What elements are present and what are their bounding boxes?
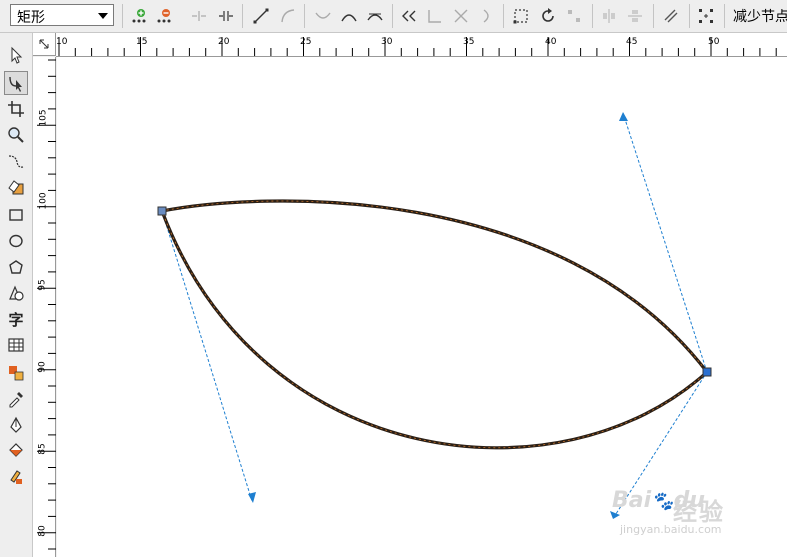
- stretch-nodes-icon[interactable]: [510, 5, 532, 27]
- pick-tool-icon[interactable]: [4, 43, 28, 67]
- reflect-h-icon[interactable]: [598, 5, 620, 27]
- ruler-label: 15: [136, 37, 148, 47]
- outline-pen-tool-icon[interactable]: [4, 413, 28, 437]
- control-handle-point[interactable]: [619, 112, 628, 121]
- curve-node[interactable]: [157, 206, 167, 216]
- shape-type-value: 矩形: [17, 10, 45, 26]
- align-nodes-icon[interactable]: [563, 5, 585, 27]
- separator: [653, 4, 654, 28]
- break-curve-icon[interactable]: [215, 5, 237, 27]
- elastic-mode-icon[interactable]: [660, 5, 682, 27]
- ruler-label: 105: [38, 109, 49, 127]
- canvas-drawing: [157, 112, 712, 519]
- separator: [724, 4, 725, 28]
- select-all-nodes-icon[interactable]: [695, 5, 717, 27]
- ruler-label: 20: [218, 37, 230, 47]
- add-node-icon[interactable]: [128, 5, 150, 27]
- interactive-fill-tool-icon[interactable]: [4, 465, 28, 489]
- ruler-label: 40: [545, 37, 557, 47]
- to-curve-icon[interactable]: [277, 5, 299, 27]
- reverse-direction-icon[interactable]: [398, 5, 420, 27]
- horizontal-ruler[interactable]: 10 15 20 25 30 35 40 45 50: [56, 33, 787, 57]
- separator: [592, 4, 593, 28]
- smooth-node-icon[interactable]: [338, 5, 360, 27]
- ruler-label: 95: [37, 279, 48, 291]
- symmetric-node-icon[interactable]: [364, 5, 386, 27]
- reflect-v-icon[interactable]: [624, 5, 646, 27]
- polygon-tool-icon[interactable]: [4, 255, 28, 279]
- vertical-ruler-ticks: [37, 59, 56, 550]
- ruler-label: 30: [381, 37, 393, 47]
- property-bar: 矩形 减少节点: [0, 0, 787, 33]
- fill-tool-icon[interactable]: [4, 439, 28, 463]
- separator: [122, 4, 123, 28]
- shape-tool-icon[interactable]: [4, 71, 28, 95]
- freehand-tool-icon[interactable]: [4, 149, 28, 173]
- auto-close-icon[interactable]: [476, 5, 498, 27]
- blend-tool-icon[interactable]: [4, 361, 28, 385]
- ellipse-tool-icon[interactable]: [4, 229, 28, 253]
- ruler-label: 90: [37, 361, 48, 373]
- reduce-nodes-button[interactable]: 减少节点: [733, 6, 787, 26]
- to-line-icon[interactable]: [250, 5, 272, 27]
- separator: [304, 4, 305, 28]
- smart-fill-tool-icon[interactable]: [4, 175, 28, 199]
- ruler-origin-icon[interactable]: [33, 33, 56, 56]
- ruler-label: 25: [300, 37, 312, 47]
- extract-subpath-icon[interactable]: [450, 5, 472, 27]
- vertical-ruler[interactable]: 105 100 95 90 85 80: [33, 57, 56, 557]
- separator: [503, 4, 504, 28]
- watermark-brand-left: Bai: [612, 488, 652, 513]
- curve-node[interactable]: [702, 367, 712, 377]
- extend-curve-icon[interactable]: [424, 5, 446, 27]
- ruler-label: 10: [56, 37, 68, 47]
- control-handle-line: [161, 210, 253, 502]
- ruler-label: 85: [37, 443, 48, 455]
- control-handle-line: [622, 112, 708, 373]
- ruler-label: 50: [708, 37, 720, 47]
- horizontal-ruler-ticks: [58, 37, 777, 56]
- watermark-url: jingyan.baidu.com: [620, 523, 722, 536]
- separator: [689, 4, 690, 28]
- zoom-tool-icon[interactable]: [4, 123, 28, 147]
- basic-shapes-tool-icon[interactable]: [4, 281, 28, 305]
- toolbox: 字: [0, 33, 33, 557]
- join-nodes-icon[interactable]: [188, 5, 210, 27]
- drawing-canvas[interactable]: [57, 57, 787, 557]
- separator: [242, 4, 243, 28]
- ruler-label: 35: [463, 37, 475, 47]
- table-tool-icon[interactable]: [4, 333, 28, 357]
- leaf-curve[interactable]: [159, 199, 710, 450]
- eyedropper-tool-icon[interactable]: [4, 387, 28, 411]
- shape-type-dropdown[interactable]: 矩形: [10, 4, 114, 26]
- rectangle-tool-icon[interactable]: [4, 203, 28, 227]
- chevron-down-icon: [98, 13, 108, 19]
- crop-tool-icon[interactable]: [4, 97, 28, 121]
- rotate-nodes-icon[interactable]: [537, 5, 559, 27]
- leaf-curve-highlight: [161, 200, 708, 449]
- ruler-label: 80: [37, 525, 48, 537]
- ruler-label: 45: [626, 37, 638, 47]
- watermark-jingyan: 经验: [673, 498, 725, 526]
- separator: [392, 4, 393, 28]
- cusp-node-icon[interactable]: [312, 5, 334, 27]
- text-tool-icon[interactable]: 字: [4, 307, 28, 331]
- delete-node-icon[interactable]: [153, 5, 175, 27]
- ruler-label: 100: [38, 192, 49, 210]
